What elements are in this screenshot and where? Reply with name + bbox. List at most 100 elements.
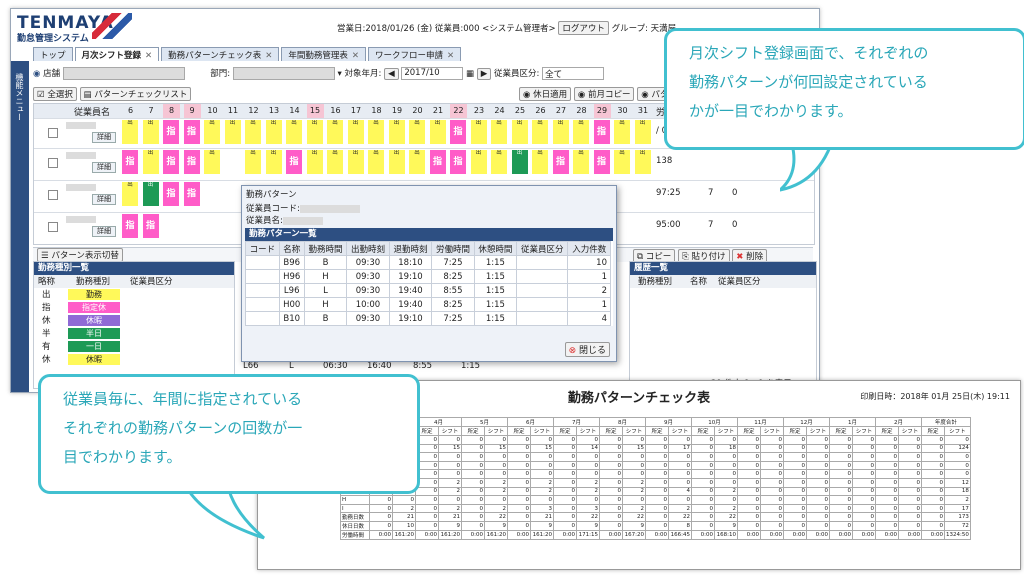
shift-cell-off[interactable]: 指 <box>163 120 179 144</box>
shift-cell-work[interactable]: 出 <box>122 120 138 144</box>
pattern-check-list-button[interactable]: ▤ パターンチェックリスト <box>79 87 192 101</box>
close-dialog-button[interactable]: ⊗ 閉じる <box>564 342 610 357</box>
close-icon[interactable]: ✕ <box>265 51 272 61</box>
pattern-toggle-button[interactable]: ☰ パターン表示切替 <box>37 248 123 262</box>
kind-row[interactable]: 休 休暇 <box>34 353 234 366</box>
pattern-row[interactable]: B10 B 09:30 19:10 7:25 1:15 4 <box>245 311 611 326</box>
kind-row[interactable]: 出 勤務 <box>34 288 234 301</box>
row-checkbox[interactable] <box>48 158 58 168</box>
calendar-icon[interactable]: ▦ <box>466 69 474 79</box>
shift-cell-work[interactable]: 出 <box>409 120 425 144</box>
close-icon[interactable]: ✕ <box>145 51 152 61</box>
kind-row[interactable]: 有 一日 <box>34 340 234 353</box>
shift-cell-work[interactable]: 出 <box>204 120 220 144</box>
shift-cell-work[interactable]: 出 <box>634 120 651 144</box>
store-input[interactable] <box>62 67 185 80</box>
shift-cell-work[interactable]: 出 <box>429 120 446 144</box>
holiday-apply-button[interactable]: ◉ 休日適用 <box>519 87 572 101</box>
shift-cell-work[interactable]: 出 <box>634 150 651 174</box>
shift-cell-work[interactable]: 出 <box>347 150 364 174</box>
target-month-input[interactable]: 2017/10 <box>401 67 464 80</box>
detail-button[interactable]: 詳細 <box>92 132 116 143</box>
shift-cell-work[interactable]: 出 <box>142 120 159 144</box>
row-checkbox[interactable] <box>48 190 58 200</box>
row-checkbox[interactable] <box>48 222 58 232</box>
close-icon[interactable]: ✕ <box>447 51 454 61</box>
prev-copy-button[interactable]: ◉ 前月コピー <box>573 87 635 101</box>
shift-cell-work[interactable]: 出 <box>491 150 507 174</box>
pattern-row[interactable]: L96 L 09:30 19:40 8:55 1:15 2 <box>245 283 611 298</box>
shift-cell-empty[interactable] <box>224 214 241 238</box>
shift-cell-off[interactable]: 指 <box>593 120 610 144</box>
row-checkbox[interactable] <box>48 128 58 138</box>
shift-cell-off[interactable]: 指 <box>286 150 302 174</box>
shift-cell-work[interactable]: 出 <box>388 150 405 174</box>
shift-cell-work[interactable]: 出 <box>552 120 569 144</box>
shift-cell-work[interactable]: 出 <box>265 150 282 174</box>
shift-cell-empty[interactable] <box>634 182 651 206</box>
shift-cell-work[interactable]: 出 <box>245 120 261 144</box>
shift-cell-empty[interactable] <box>224 150 241 174</box>
shift-cell-work[interactable]: 出 <box>409 150 425 174</box>
shift-cell-off[interactable]: 指 <box>183 120 200 144</box>
shift-cell-work[interactable]: 出 <box>511 120 528 144</box>
kind-row[interactable]: 半 半日 <box>34 327 234 340</box>
close-icon[interactable]: ✕ <box>352 51 359 61</box>
shift-cell-off[interactable]: 指 <box>163 182 179 206</box>
kind-row[interactable]: 指 指定休 <box>34 301 234 314</box>
shift-cell-work[interactable]: 出 <box>286 120 302 144</box>
shift-cell-work[interactable]: 出 <box>470 120 487 144</box>
chevron-down-icon[interactable]: ▾ <box>338 69 342 79</box>
logout-button[interactable]: ログアウト <box>558 21 609 35</box>
tab-pattern-check[interactable]: 勤務パターンチェック表 ✕ <box>161 47 280 61</box>
pattern-row[interactable]: B96 B 09:30 18:10 7:25 1:15 10 <box>245 255 611 270</box>
shift-cell-work-green[interactable]: 出 <box>511 150 528 174</box>
shift-cell-work-green[interactable]: 出 <box>142 182 159 206</box>
shift-cell-off[interactable]: 指 <box>429 150 446 174</box>
shift-cell-empty[interactable] <box>634 214 651 238</box>
pattern-row[interactable]: H00 H 10:00 19:40 8:25 1:15 1 <box>245 297 611 312</box>
shift-cell-work[interactable]: 出 <box>245 150 261 174</box>
shift-cell-work[interactable]: 出 <box>388 120 405 144</box>
shift-cell-work[interactable]: 出 <box>573 120 589 144</box>
emp-type-select[interactable]: 全て <box>542 67 605 80</box>
shift-cell-work[interactable]: 出 <box>142 150 159 174</box>
tab-annual[interactable]: 年間勤務管理表 ✕ <box>281 47 366 61</box>
shift-cell-work[interactable]: 出 <box>614 150 630 174</box>
shift-cell-off[interactable]: 指 <box>450 150 466 174</box>
detail-button[interactable]: 詳細 <box>92 226 116 237</box>
tab-top[interactable]: トップ <box>33 47 73 61</box>
shift-cell-off[interactable]: 指 <box>142 214 159 238</box>
shift-cell-work[interactable]: 出 <box>532 150 548 174</box>
shift-cell-work[interactable]: 出 <box>327 150 343 174</box>
shift-cell-work[interactable]: 出 <box>265 120 282 144</box>
prev-month-button[interactable]: ◀ <box>384 68 399 80</box>
shift-cell-work[interactable]: 出 <box>347 120 364 144</box>
shift-cell-work[interactable]: 出 <box>614 120 630 144</box>
pattern-row[interactable]: H96 H 09:30 19:10 8:25 1:15 1 <box>245 269 611 284</box>
select-all-button[interactable]: ☑ 全選択 <box>33 87 77 101</box>
shift-cell-work[interactable]: 出 <box>470 150 487 174</box>
shift-cell-work[interactable]: 出 <box>122 182 138 206</box>
side-menu[interactable]: 機能メニュー <box>11 61 29 392</box>
shift-cell-off[interactable]: 指 <box>163 150 179 174</box>
shift-cell-work[interactable]: 出 <box>491 120 507 144</box>
shift-cell-off[interactable]: 指 <box>450 120 466 144</box>
dept-select[interactable] <box>232 67 335 80</box>
next-month-button[interactable]: ▶ <box>476 68 492 80</box>
tab-workflow[interactable]: ワークフロー申請 ✕ <box>368 47 462 61</box>
shift-cell-off[interactable]: 指 <box>552 150 569 174</box>
shift-cell-off[interactable]: 指 <box>183 182 200 206</box>
shift-cell-off[interactable]: 指 <box>122 150 138 174</box>
shift-cell-work[interactable]: 出 <box>532 120 548 144</box>
shift-cell-empty[interactable] <box>183 214 200 238</box>
shift-cell-empty[interactable] <box>204 214 220 238</box>
shift-cell-work[interactable]: 出 <box>327 120 343 144</box>
shift-cell-work[interactable]: 出 <box>368 150 384 174</box>
shift-cell-work[interactable]: 出 <box>573 150 589 174</box>
tab-monthly-shift[interactable]: 月次シフト登録 ✕ <box>74 47 160 61</box>
shift-cell-off[interactable]: 指 <box>593 150 610 174</box>
shift-cell-empty[interactable] <box>204 182 220 206</box>
detail-button[interactable]: 詳細 <box>92 162 116 173</box>
detail-button[interactable]: 詳細 <box>92 194 116 205</box>
